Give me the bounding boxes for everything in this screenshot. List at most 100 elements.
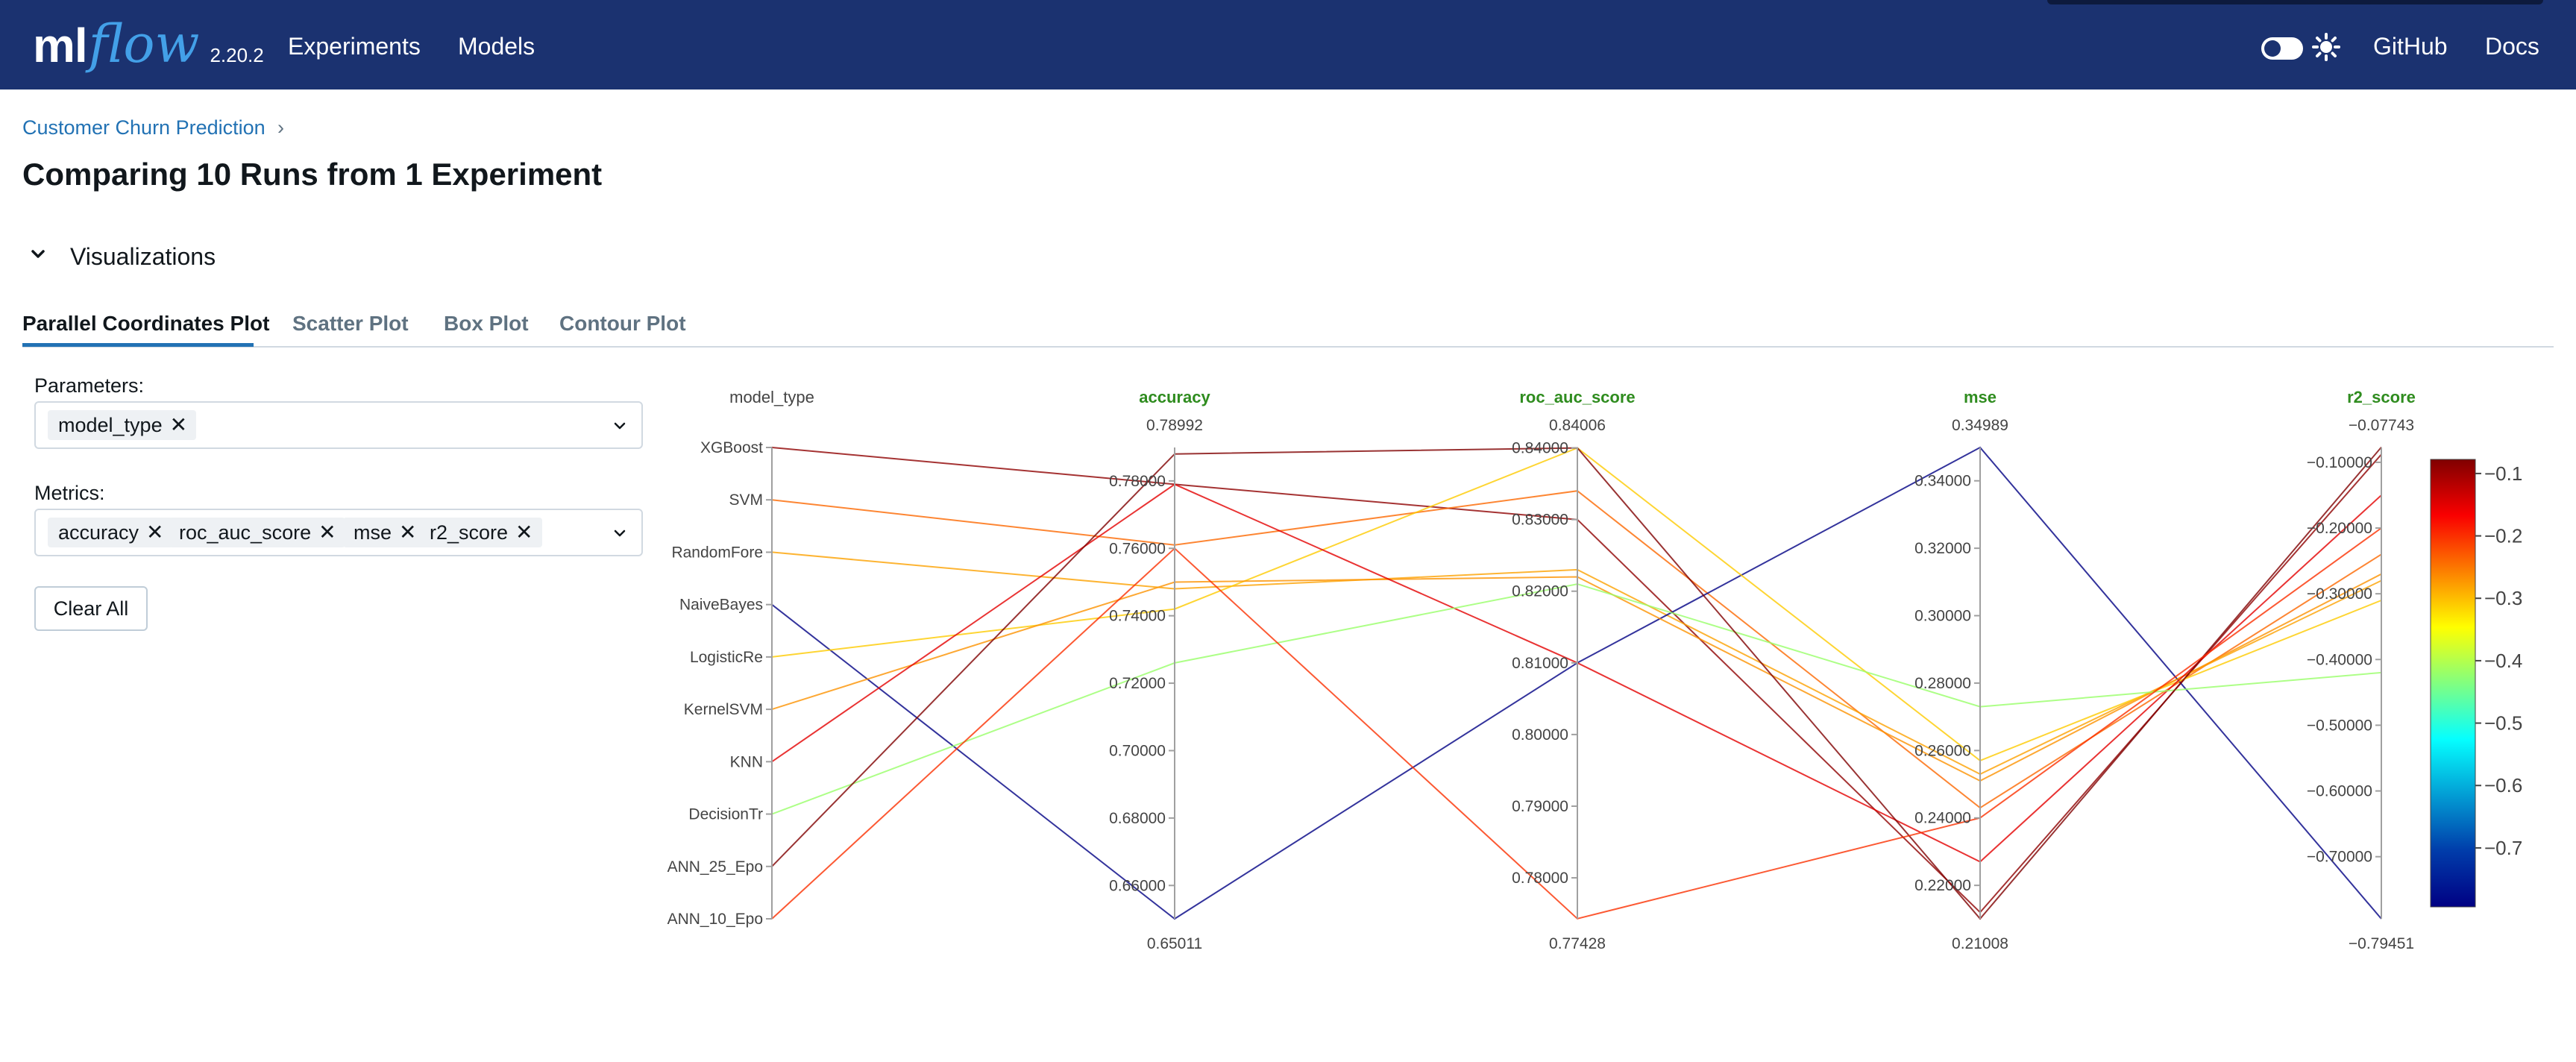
axis-range-max-label: 0.34989 — [1952, 417, 2008, 434]
nav-models[interactable]: Models — [458, 33, 535, 60]
top-bar-edge — [2047, 0, 2543, 4]
axis-tick-label: KNN — [730, 753, 763, 770]
page-title: Comparing 10 Runs from 1 Experiment — [22, 157, 603, 192]
colorbar-tick-label: −0.7 — [2484, 837, 2522, 859]
parameters-select[interactable]: model_type ✕ — [34, 401, 643, 449]
axis-tick-label: 0.76000 — [1109, 540, 1166, 557]
dark-mode-toggle[interactable] — [2261, 37, 2303, 60]
tab-box-plot[interactable]: Box Plot — [444, 312, 529, 336]
axis-tick-label: −0.70000 — [2307, 849, 2372, 866]
close-icon[interactable]: ✕ — [146, 522, 163, 543]
sun-icon[interactable] — [2312, 33, 2340, 61]
chip-label: roc_auc_score — [179, 521, 312, 544]
axis-tick-label: −0.60000 — [2307, 783, 2372, 800]
close-icon[interactable]: ✕ — [170, 415, 187, 436]
chevron-down-icon[interactable] — [612, 418, 628, 434]
axis-range-max-label: 0.78992 — [1146, 417, 1203, 434]
axis-tick-label: 0.83000 — [1512, 512, 1568, 529]
axis-tick-label: ANN_25_Epo — [667, 858, 763, 876]
colorbar-tick-label: −0.5 — [2484, 712, 2522, 735]
axis-tick-label: NaiveBayes — [679, 597, 763, 614]
axis-tick-label: 0.78000 — [1109, 473, 1166, 490]
axis-tick-label: 0.78000 — [1512, 870, 1568, 887]
axis-tick-label: 0.24000 — [1914, 810, 1971, 827]
axis-tick-label: 0.70000 — [1109, 742, 1166, 759]
parameter-chip: model_type ✕ — [48, 410, 197, 440]
github-link[interactable]: GitHub — [2373, 33, 2448, 60]
logo-flow-text: flow — [88, 13, 200, 75]
axis-tick-label: 0.26000 — [1914, 742, 1971, 759]
axis-tick-label: DecisionTr — [688, 806, 763, 823]
axis-tick-label: LogisticRe — [690, 649, 763, 666]
axis-range-min-label: 0.21008 — [1952, 935, 2008, 952]
axis-tick-label: 0.22000 — [1914, 877, 1971, 894]
axis-tick-label: −0.40000 — [2307, 651, 2372, 668]
active-tab-indicator — [22, 343, 254, 347]
colorbar-tick-label: −0.3 — [2484, 587, 2522, 609]
axis-tick-label: −0.10000 — [2307, 454, 2372, 471]
docs-link[interactable]: Docs — [2485, 33, 2539, 60]
tab-parallel-coordinates[interactable]: Parallel Coordinates Plot — [22, 312, 269, 336]
axis-title: r2_score — [2347, 388, 2416, 406]
axis-range-max-label: −0.07743 — [2349, 417, 2414, 434]
metrics-select[interactable]: accuracy ✕ roc_auc_score ✕ mse ✕ r2_scor… — [34, 509, 643, 556]
section-title-visualizations[interactable]: Visualizations — [70, 243, 216, 271]
breadcrumb-separator: › — [277, 116, 284, 139]
axis-tick-label: 0.82000 — [1512, 583, 1568, 600]
close-icon[interactable]: ✕ — [515, 522, 533, 543]
nav-experiments[interactable]: Experiments — [288, 33, 421, 60]
mlflow-logo[interactable]: ml flow 2.20.2 — [33, 10, 264, 78]
axis-tick-label: −0.20000 — [2307, 520, 2372, 537]
chip-label: model_type — [58, 413, 163, 436]
colorbar-tick-label: −0.2 — [2484, 525, 2522, 547]
axis-tick-label: 0.32000 — [1914, 540, 1971, 557]
axis-tick-label: 0.80000 — [1512, 726, 1568, 744]
axis-tick-label: 0.66000 — [1109, 877, 1166, 894]
axis-tick-label: 0.68000 — [1109, 810, 1166, 827]
axis-range-min-label: −0.79451 — [2349, 935, 2414, 952]
axis-title: mse — [1964, 388, 1997, 406]
chip-label: accuracy — [58, 521, 139, 544]
axis-tick-label: 0.81000 — [1512, 655, 1568, 672]
axis-range-min-label: 0.65011 — [1147, 935, 1202, 952]
breadcrumb-experiment-link[interactable]: Customer Churn Prediction — [22, 116, 266, 139]
axis-tick-label: XGBoost — [700, 439, 763, 456]
chevron-down-icon[interactable] — [28, 245, 48, 264]
close-icon[interactable]: ✕ — [318, 522, 336, 543]
colorbar-tick-label: −0.1 — [2484, 462, 2522, 485]
chip-label: r2_score — [430, 521, 509, 544]
axis-tick-label: ANN_10_Epo — [667, 911, 763, 928]
colorbar-gradient — [2430, 459, 2476, 908]
clear-all-button[interactable]: Clear All — [34, 586, 148, 631]
axis-tick-label: KernelSVM — [684, 701, 763, 718]
metric-chip: accuracy ✕ — [48, 518, 173, 547]
axis-range-min-label: 0.77428 — [1549, 935, 1606, 952]
parameters-label: Parameters: — [34, 374, 145, 397]
axis-tick-label: 0.34000 — [1914, 473, 1971, 490]
colorbar-tick-label: −0.4 — [2484, 650, 2522, 672]
version-label: 2.20.2 — [210, 44, 264, 66]
toggle-knob — [2264, 40, 2281, 57]
axis-tick-label: RandomFore — [671, 544, 763, 561]
chip-label: mse — [354, 521, 392, 544]
axis-tick-label: 0.30000 — [1914, 608, 1971, 625]
close-icon[interactable]: ✕ — [399, 522, 416, 543]
tab-scatter-plot[interactable]: Scatter Plot — [292, 312, 409, 336]
axis-title: roc_auc_score — [1519, 388, 1635, 406]
axis-tick-label: 0.28000 — [1914, 675, 1971, 692]
metric-chip: roc_auc_score ✕ — [169, 518, 345, 547]
axis-range-max-label: 0.84006 — [1549, 417, 1606, 434]
axis-tick-label: 0.84000 — [1512, 440, 1568, 457]
axis-tick-label: 0.79000 — [1512, 798, 1568, 815]
metric-chip: r2_score ✕ — [419, 518, 542, 547]
tab-contour-plot[interactable]: Contour Plot — [559, 312, 686, 336]
axis-tick-label: −0.50000 — [2307, 717, 2372, 734]
axis-tick-label: −0.30000 — [2307, 585, 2372, 603]
axis-tick-label: SVM — [729, 491, 763, 509]
logo-ml-text: ml — [33, 19, 88, 72]
plot-axes: model_type XGBoost SVM RandomFore NaiveBayes… — [667, 388, 2416, 952]
visualization-tabs: Parallel Coordinates Plot Scatter Plot B… — [22, 306, 2554, 348]
metrics-label: Metrics: — [34, 482, 105, 504]
parallel-coordinates-plot[interactable]: model_type XGBoost SVM RandomFore NaiveBayes… — [656, 373, 2566, 970]
chevron-down-icon[interactable] — [612, 525, 628, 541]
